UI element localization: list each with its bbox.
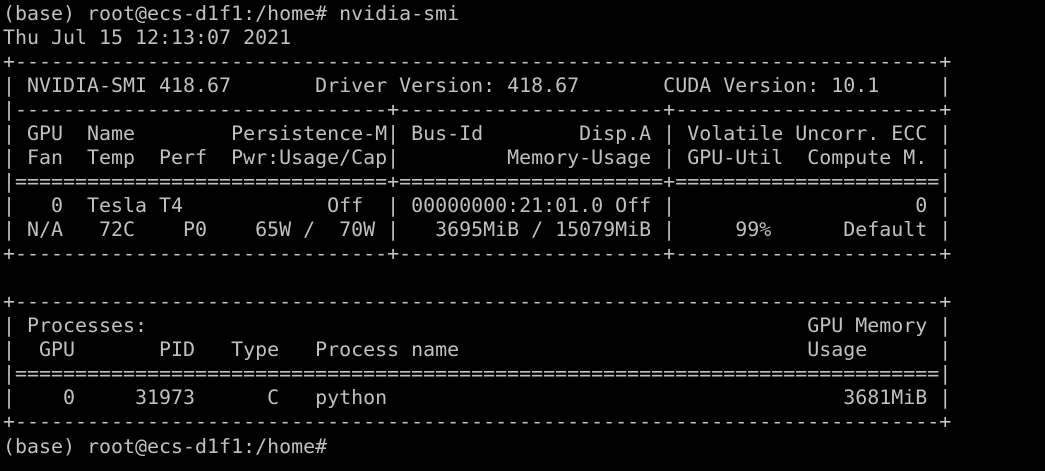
process-table-bottom-border: +---------------------------------------… xyxy=(3,409,952,433)
prompt-line[interactable]: (base) root@ecs-d1f1:/home# xyxy=(3,433,1045,458)
gpu-column-header-row-2: | Fan Temp Perf Pwr:Usage/Cap| Memory-Us… xyxy=(3,145,952,169)
gpu-row-2: | N/A 72C P0 65W / 70W | 3695MiB / 15079… xyxy=(3,217,952,241)
prompt-text: (base) root@ecs-d1f1:/home# xyxy=(3,434,328,458)
processes-title-row: | Processes: GPU Memory | xyxy=(3,313,952,337)
table-top-border: +---------------------------------------… xyxy=(3,49,952,73)
gpu-column-header-row-1: | GPU Name Persistence-M| Bus-Id Disp.A … xyxy=(3,121,952,145)
command-line: (base) root@ecs-d1f1:/home# nvidia-smi xyxy=(3,1,460,25)
version-header-row: | NVIDIA-SMI 418.67 Driver Version: 418.… xyxy=(3,73,952,97)
process-column-header-row: | GPU PID Type Process name Usage | xyxy=(3,337,952,361)
gpu-row-1: | 0 Tesla T4 Off | 00000000:21:01.0 Off … xyxy=(3,193,952,217)
timestamp-line: Thu Jul 15 12:13:07 2021 xyxy=(3,25,292,49)
terminal-window[interactable]: (base) root@ecs-d1f1:/home# nvidia-smi T… xyxy=(0,0,1045,471)
table-double-divider: |===============================+=======… xyxy=(3,169,952,193)
process-row: | 0 31973 C python 3681MiB | xyxy=(3,385,952,409)
table-divider: |-------------------------------+-------… xyxy=(3,97,952,121)
process-table-top-border: +---------------------------------------… xyxy=(3,289,952,313)
table-bottom-border: +-------------------------------+-------… xyxy=(3,241,952,265)
process-table-double-divider: |=======================================… xyxy=(3,361,952,385)
